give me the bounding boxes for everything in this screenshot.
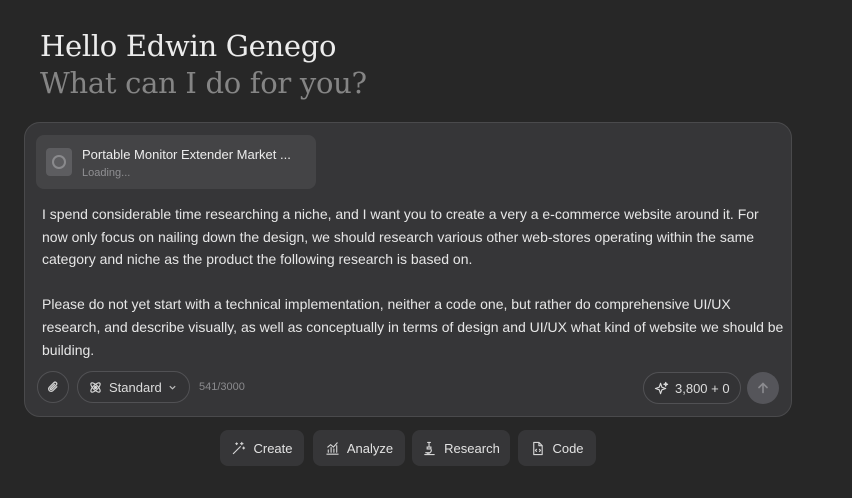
prompt-text[interactable]: I spend considerable time researching a … [42, 203, 787, 361]
attachment-status: Loading... [82, 167, 131, 179]
microscope-icon [422, 441, 437, 456]
arrow-up-icon [756, 381, 770, 395]
analyze-button[interactable]: Analyze [313, 430, 405, 466]
send-button[interactable] [747, 372, 779, 404]
attachment-name: Portable Monitor Extender Market ... [82, 147, 291, 162]
prompt-composer[interactable]: Portable Monitor Extender Market ... Loa… [24, 122, 792, 417]
chevron-down-icon [168, 383, 177, 392]
greeting-title: Hello Edwin Genego [40, 29, 337, 63]
prompt-paragraph: Please do not yet start with a technical… [42, 296, 784, 358]
chart-icon [325, 441, 340, 456]
atom-icon [88, 380, 103, 395]
attach-button[interactable] [37, 371, 69, 403]
magic-wand-icon [231, 441, 246, 456]
paperclip-icon [46, 380, 61, 395]
greeting-subtitle: What can I do for you? [40, 66, 367, 100]
character-count: 541/3000 [199, 381, 245, 393]
attachment-card[interactable]: Portable Monitor Extender Market ... Loa… [36, 135, 316, 189]
credits-label: 3,800 + 0 [675, 380, 730, 396]
create-button[interactable]: Create [220, 430, 304, 466]
mode-selector[interactable]: Standard [77, 371, 190, 403]
analyze-label: Analyze [346, 440, 394, 456]
research-label: Research [444, 440, 500, 456]
code-button[interactable]: Code [518, 430, 596, 466]
prompt-paragraph: I spend considerable time researching a … [42, 206, 759, 268]
mode-label: Standard [109, 379, 162, 395]
sparkle-icon [654, 381, 669, 396]
create-label: Create [253, 440, 293, 456]
credits-button[interactable]: 3,800 + 0 [643, 372, 741, 404]
file-loading-icon [46, 148, 72, 176]
code-label: Code [552, 440, 584, 456]
research-button[interactable]: Research [412, 430, 510, 466]
code-file-icon [530, 441, 545, 456]
greeting: Hello Edwin Genego What can I do for you… [40, 28, 367, 102]
